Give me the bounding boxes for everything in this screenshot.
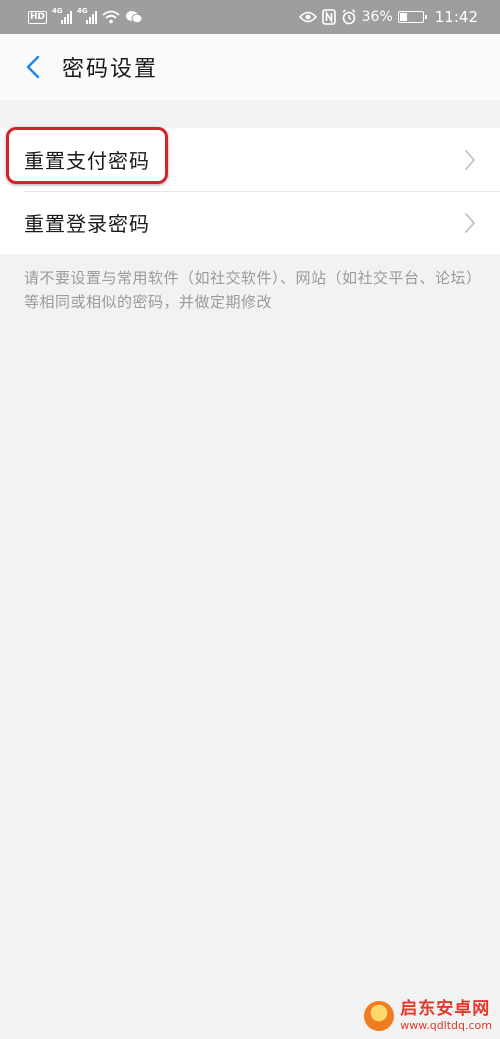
hd-badge: HD	[28, 10, 48, 24]
settings-list: 重置支付密码 重置登录密码	[0, 128, 500, 254]
clock: 11:42	[434, 8, 478, 26]
watermark-name: 启东安卓网	[400, 999, 491, 1019]
signal-icon: 4G	[52, 7, 73, 24]
nfc-icon	[321, 9, 336, 25]
watermark-logo	[364, 1001, 395, 1031]
page-title: 密码设置	[62, 57, 159, 82]
watermark-url: www.qdltdq.com	[400, 1019, 492, 1032]
alarm-icon	[342, 9, 356, 25]
chevron-right-icon	[464, 211, 478, 235]
reset-payment-password-item[interactable]: 重置支付密码	[0, 128, 500, 191]
watermark: 启东安卓网 www.qdltdq.com	[364, 1001, 492, 1031]
list-item-label: 重置登录密码	[24, 212, 150, 236]
battery-icon	[397, 11, 427, 23]
list-item-label: 重置支付密码	[24, 149, 150, 173]
app-header: 密码设置	[0, 34, 500, 100]
wifi-icon	[102, 10, 120, 24]
battery-percent: 36%	[361, 9, 393, 25]
eye-icon	[298, 11, 317, 23]
hint-text: 请不要设置与常用软件（如社交软件）、网站（如社交平台、论坛）等相同或相似的密码，…	[24, 269, 475, 311]
status-right: 36% 11:42	[298, 8, 478, 26]
chevron-right-icon	[464, 148, 478, 172]
signal-icon: 4G	[77, 7, 98, 24]
status-left: HD 4G 4G	[28, 7, 143, 24]
chevron-left-icon[interactable]	[18, 52, 48, 82]
status-bar: HD 4G 4G 36% 11:42	[0, 0, 500, 34]
reset-login-password-item[interactable]: 重置登录密码	[0, 191, 500, 254]
wechat-icon	[126, 11, 143, 24]
